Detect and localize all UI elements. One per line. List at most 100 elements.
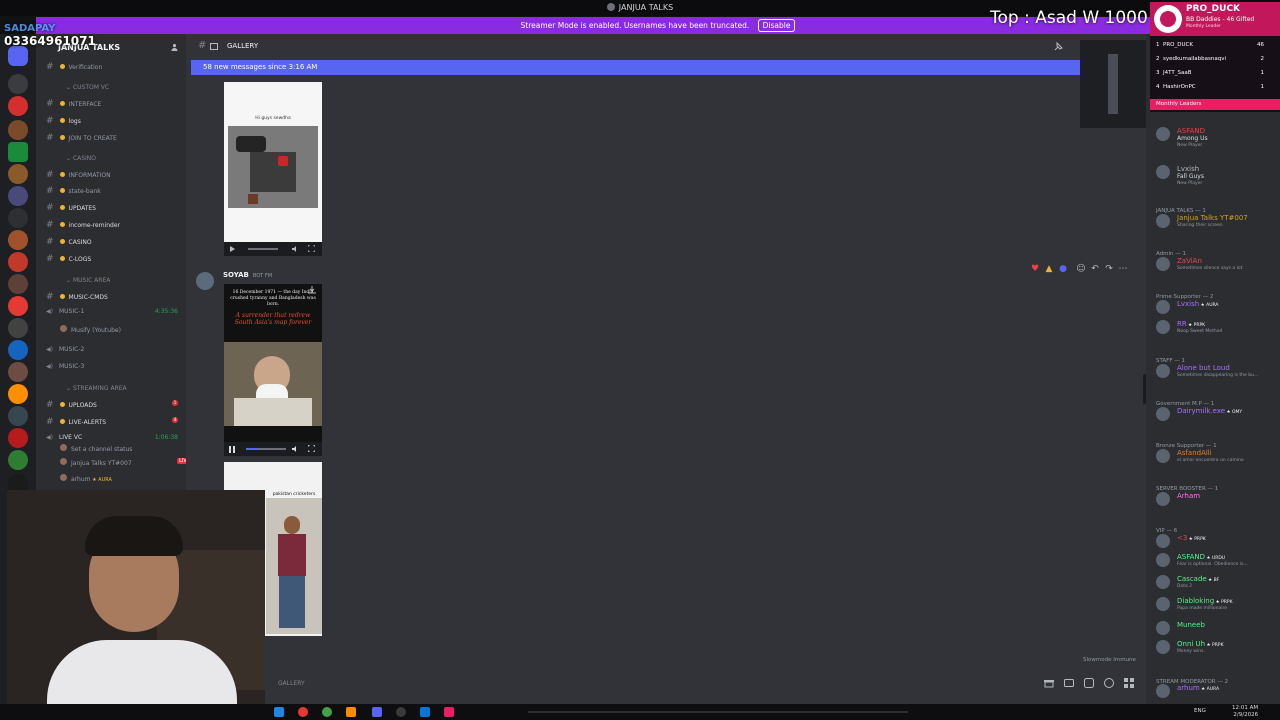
taskbar-clock[interactable]: 12:01 AM 2/9/2026 — [1232, 705, 1258, 719]
text-channel[interactable]: # LIVE-ALERTS 4 — [46, 417, 186, 427]
reply-icon[interactable]: ↶ — [1090, 264, 1100, 274]
author-avatar[interactable] — [196, 272, 214, 290]
member-item[interactable]: Arham — [1156, 490, 1280, 508]
volume-icon[interactable] — [292, 446, 299, 452]
app-icon[interactable] — [420, 707, 430, 717]
voice-user[interactable]: Set a channel status — [60, 444, 186, 453]
voice-channel[interactable]: ◀) LIVE VC 1:06:38 — [46, 434, 186, 441]
member-item[interactable]: Muneeb — [1156, 619, 1280, 637]
gif-icon[interactable] — [1064, 678, 1074, 688]
apps-icon[interactable] — [1124, 678, 1134, 688]
discord-icon[interactable] — [372, 707, 382, 717]
member-item[interactable]: Dairymilk.exe ★ OMY — [1156, 405, 1280, 423]
text-channel[interactable]: # state-bank — [46, 186, 186, 196]
member-item[interactable]: Alone but Loud Sometimes disappearing is … — [1156, 362, 1280, 380]
voice-user[interactable]: arhum ★ AURA — [60, 474, 186, 483]
server-icon[interactable] — [8, 252, 28, 272]
text-channel[interactable]: # C-LOGS — [46, 254, 186, 264]
channel-category[interactable]: ⌄ MUSIC AREA — [66, 277, 186, 284]
add-reaction-icon[interactable]: ☺ — [1076, 264, 1086, 274]
app-icon[interactable] — [298, 707, 308, 717]
forward-icon[interactable]: ↷ — [1104, 264, 1114, 274]
heart-reaction-icon[interactable]: ♥ — [1030, 264, 1040, 274]
channel-category[interactable]: ⌄ CUSTOM VC — [66, 84, 186, 91]
member-item[interactable]: arhum ★ AURA — [1156, 682, 1280, 700]
voice-channel[interactable]: ◀) MUSIC-1 4:35:36 — [46, 308, 186, 315]
emoji-icon[interactable] — [1104, 678, 1114, 688]
server-icon[interactable] — [8, 74, 28, 94]
member-item[interactable]: RR ★ PRPK Noop Sweet Method — [1156, 318, 1280, 336]
message-author[interactable]: SOYAB BOT FM — [223, 271, 272, 279]
thumbs-up-icon[interactable]: ▲ — [1044, 264, 1054, 274]
server-icon[interactable] — [8, 142, 28, 162]
tiktok-icon[interactable] — [444, 707, 454, 717]
fullscreen-icon[interactable] — [308, 445, 315, 452]
obs-icon[interactable] — [396, 707, 406, 717]
author-name[interactable]: SOYAB — [223, 271, 249, 279]
text-channel[interactable]: # income-reminder — [46, 220, 186, 230]
screen-share-preview[interactable] — [1080, 40, 1150, 128]
server-icon[interactable] — [8, 274, 28, 294]
server-icon[interactable] — [8, 340, 28, 360]
member-item[interactable]: ZaViAn Sometimes silence says a lot. — [1156, 255, 1280, 273]
member-item[interactable]: Cascade ★ BF Dota 2 — [1156, 573, 1280, 591]
member-item[interactable]: Diabloking ★ PRPK Papa made millionaire — [1156, 595, 1280, 613]
chrome-icon[interactable] — [322, 707, 332, 717]
sticker-icon[interactable] — [1084, 678, 1094, 688]
add-friend-icon[interactable] — [170, 43, 179, 52]
server-icon[interactable] — [8, 230, 28, 250]
voice-user[interactable]: Musify (Youtube) — [60, 325, 186, 334]
brave-icon[interactable] — [346, 707, 356, 717]
server-icon[interactable] — [8, 362, 28, 382]
chat-input-bar[interactable]: GALLERY — [266, 676, 1146, 692]
text-channel[interactable]: # UPDATES — [46, 203, 186, 213]
reaction-icon[interactable]: ● — [1058, 264, 1068, 274]
home-icon[interactable] — [8, 46, 28, 66]
gallery-media-video[interactable]: Hi guys sewdha — [224, 82, 322, 242]
server-icon[interactable] — [8, 186, 28, 206]
member-item[interactable]: ASFAND Among Us New Player — [1156, 125, 1280, 148]
channel-category[interactable]: ⌄ STREAMING AREA — [66, 385, 186, 392]
text-channel[interactable]: # Verification — [46, 62, 186, 72]
member-item[interactable]: Janjua Talks YT#007 Sharing their screen — [1156, 212, 1280, 230]
pause-icon[interactable] — [229, 446, 235, 453]
member-item[interactable]: Lvxish ★ AURA — [1156, 298, 1280, 316]
seek-bar[interactable] — [248, 248, 278, 250]
play-icon[interactable] — [229, 246, 235, 252]
server-icon[interactable] — [8, 164, 28, 184]
text-channel[interactable]: # MUSIC-CMDS — [46, 292, 186, 302]
volume-icon[interactable] — [292, 246, 299, 252]
seek-bar[interactable] — [246, 448, 286, 450]
text-channel[interactable]: # INFORMATION — [46, 170, 186, 180]
voice-channel[interactable]: ◀) MUSIC-3 — [46, 363, 186, 370]
text-channel[interactable]: # JOIN TO CREATE — [46, 133, 186, 143]
voice-channel[interactable]: ◀) MUSIC-2 — [46, 346, 186, 353]
text-channel[interactable]: # INTERFACE — [46, 99, 186, 109]
member-item[interactable]: Onni Uh ★ PRPK Money wins. — [1156, 638, 1280, 656]
member-item[interactable]: Lvxish Fall Guys New Player — [1156, 163, 1280, 186]
gallery-media-video[interactable]: 16 December 1971 — the day India crushed… — [224, 284, 322, 442]
channel-category[interactable]: ⌄ CASINO — [66, 155, 186, 162]
server-icon[interactable] — [8, 384, 28, 404]
server-icon[interactable] — [8, 296, 28, 316]
fullscreen-icon[interactable] — [308, 245, 315, 252]
member-item[interactable]: <3 ★ PRPK — [1156, 532, 1280, 550]
more-icon[interactable]: ⋯ — [1118, 264, 1128, 274]
server-icon[interactable] — [8, 318, 28, 338]
system-tray[interactable]: ENG — [1194, 708, 1206, 714]
download-icon[interactable] — [308, 286, 316, 294]
text-channel[interactable]: # UPLOADS 1 — [46, 400, 186, 410]
member-item[interactable]: ASFAND ★ URDU Fear is optional. Obedience… — [1156, 551, 1280, 569]
text-channel[interactable]: # CASINO — [46, 237, 186, 247]
gift-icon[interactable] — [1044, 678, 1054, 688]
file-explorer-icon[interactable] — [274, 707, 284, 717]
disable-streamer-mode-button[interactable]: Disable — [757, 19, 796, 32]
pin-icon[interactable] — [1053, 42, 1063, 52]
member-item[interactable]: AsfandAlli el amor encuentra un camino — [1156, 447, 1280, 465]
server-icon[interactable] — [8, 450, 28, 470]
server-icon[interactable] — [8, 96, 28, 116]
new-messages-bar[interactable]: 58 new messages since 3:16 AM — [191, 60, 1081, 75]
server-icon[interactable] — [8, 208, 28, 228]
text-channel[interactable]: # logs — [46, 116, 186, 126]
server-icon[interactable] — [8, 428, 28, 448]
